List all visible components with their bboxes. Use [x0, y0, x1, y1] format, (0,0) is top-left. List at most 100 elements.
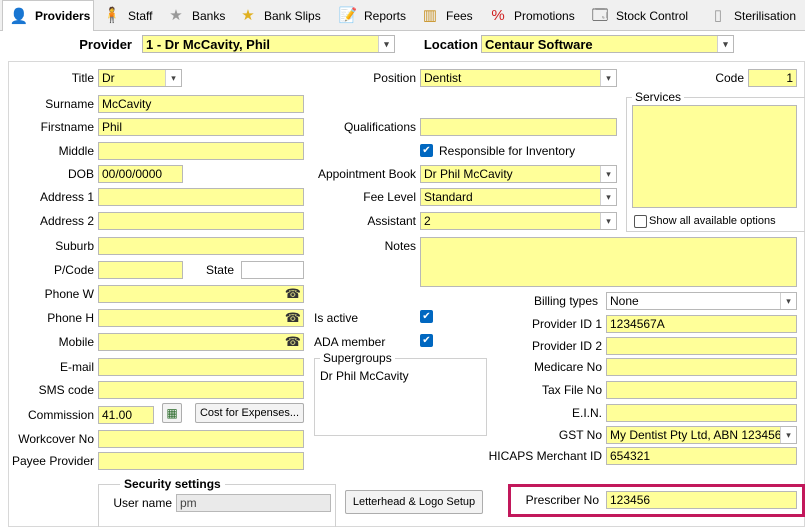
appointment-book-label: Appointment Book: [317, 167, 416, 181]
mobile-field[interactable]: ☎: [98, 333, 304, 351]
payee-provider-field[interactable]: [98, 452, 304, 470]
commission-field[interactable]: 41.00: [98, 406, 154, 424]
surname-field[interactable]: McCavity: [98, 95, 304, 113]
commission-label: Commission: [27, 408, 94, 422]
address1-field[interactable]: [98, 188, 304, 206]
letterhead-logo-setup-button[interactable]: Letterhead & Logo Setup: [345, 490, 483, 514]
chevron-down-icon[interactable]: ▾: [165, 70, 181, 86]
medicare-field[interactable]: [606, 358, 797, 376]
ein-field[interactable]: [606, 404, 797, 422]
chevron-down-icon[interactable]: ▾: [600, 70, 616, 86]
phone-icon[interactable]: ☎: [285, 334, 301, 350]
firstname-field[interactable]: Phil: [98, 118, 304, 136]
services-title: Services: [632, 90, 685, 104]
title-select[interactable]: Dr ▾: [98, 69, 182, 87]
hicaps-label: HICAPS Merchant ID: [488, 449, 602, 463]
tab-sterilisation[interactable]: ▯ Sterilisation: [702, 1, 805, 30]
dob-field[interactable]: 00/00/0000: [98, 165, 183, 183]
gst-label: GST No: [558, 428, 602, 442]
phone-icon[interactable]: ☎: [285, 286, 301, 302]
services-list[interactable]: [632, 105, 797, 208]
hicaps-field[interactable]: 654321: [606, 447, 797, 465]
state-field[interactable]: [241, 261, 304, 279]
sms-field[interactable]: [98, 381, 304, 399]
responsible-inventory-checkbox[interactable]: ✔: [420, 144, 433, 157]
cost-for-expenses-button[interactable]: Cost for Expenses...: [195, 403, 304, 423]
fee-level-select[interactable]: Standard ▾: [420, 188, 617, 206]
billing-types-select[interactable]: None ▾: [606, 292, 797, 310]
dob-label: DOB: [67, 167, 94, 181]
location-select[interactable]: Centaur Software ▾: [481, 35, 734, 53]
pcode-label: P/Code: [53, 263, 94, 277]
provider-select[interactable]: 1 - Dr McCavity, Phil ▾: [142, 35, 395, 53]
tax-file-field[interactable]: [606, 381, 797, 399]
prescriber-label: Prescriber No: [525, 493, 599, 507]
assistant-label: Assistant: [367, 214, 416, 228]
medicare-label: Medicare No: [533, 360, 602, 374]
report-icon: 📝: [338, 7, 358, 24]
staff-icon: 🧍: [102, 7, 122, 24]
suburb-field[interactable]: [98, 237, 304, 255]
firstname-label: Firstname: [40, 120, 94, 134]
email-field[interactable]: [98, 358, 304, 376]
provider-id2-field[interactable]: [606, 337, 797, 355]
pcode-field[interactable]: [98, 261, 183, 279]
position-label: Position: [373, 71, 416, 85]
state-label: State: [205, 263, 234, 277]
gst-select[interactable]: My Dentist Pty Ltd, ABN 123456 ▾: [606, 426, 797, 444]
supergroup-item[interactable]: Dr Phil McCavity: [320, 369, 409, 383]
provider-id1-field[interactable]: 1234567A: [606, 315, 797, 333]
tab-staff[interactable]: 🧍 Staff: [96, 1, 158, 30]
chevron-down-icon[interactable]: ▾: [600, 166, 616, 182]
ada-member-checkbox[interactable]: ✔: [420, 334, 433, 347]
star-icon: ★: [169, 7, 183, 24]
provider-id2-label: Provider ID 2: [531, 339, 602, 353]
show-all-options-label: Show all available options: [649, 215, 776, 227]
responsible-inventory-label: Responsible for Inventory: [439, 144, 576, 158]
qualifications-field[interactable]: [420, 118, 617, 136]
tab-reports[interactable]: 📝 Reports: [332, 1, 412, 30]
tab-providers[interactable]: 👤 Providers: [2, 0, 94, 31]
username-field[interactable]: pm: [176, 494, 331, 512]
show-all-options-checkbox[interactable]: [634, 215, 647, 228]
middle-label: Middle: [58, 144, 94, 158]
stock-icon: 🗔: [591, 7, 609, 24]
code-field[interactable]: 1: [748, 69, 797, 87]
tab-bank-slips[interactable]: ★ Bank Slips: [232, 1, 328, 30]
bottle-icon: ▯: [713, 7, 723, 24]
is-active-checkbox[interactable]: ✔: [420, 310, 433, 323]
phone-h-label: Phone H: [47, 311, 94, 325]
phone-w-field[interactable]: ☎: [98, 285, 304, 303]
tab-promotions[interactable]: % Promotions: [482, 1, 582, 30]
prescriber-field[interactable]: 123456: [606, 491, 797, 509]
workcover-field[interactable]: [98, 430, 304, 448]
middle-field[interactable]: [98, 142, 304, 160]
appointment-book-select[interactable]: Dr Phil McCavity ▾: [420, 165, 617, 183]
star-icon: ★: [241, 7, 255, 24]
security-settings-title: Security settings: [120, 477, 225, 491]
chevron-down-icon[interactable]: ▾: [780, 293, 796, 309]
position-select[interactable]: Dentist ▾: [420, 69, 617, 87]
calculator-icon[interactable]: ▦: [162, 403, 182, 423]
phone-w-label: Phone W: [44, 287, 94, 301]
assistant-select[interactable]: 2 ▾: [420, 212, 617, 230]
chevron-down-icon[interactable]: ▾: [717, 36, 733, 52]
notes-field[interactable]: [420, 237, 797, 287]
tab-stock-control[interactable]: 🗔 Stock Control: [584, 1, 700, 30]
address2-field[interactable]: [98, 212, 304, 230]
address1-label: Address 1: [39, 190, 94, 204]
address2-label: Address 2: [39, 214, 94, 228]
tab-fees[interactable]: ▥ Fees: [414, 1, 480, 30]
sms-label: SMS code: [38, 383, 94, 397]
tab-banks[interactable]: ★ Banks: [160, 1, 230, 30]
tax-file-label: Tax File No: [541, 383, 602, 397]
chevron-down-icon[interactable]: ▾: [780, 427, 796, 443]
tab-bar: 👤 Providers 🧍 Staff ★ Banks ★ Bank Slips…: [0, 0, 805, 31]
chevron-down-icon[interactable]: ▾: [600, 213, 616, 229]
chevron-down-icon[interactable]: ▾: [378, 36, 394, 52]
phone-icon[interactable]: ☎: [285, 310, 301, 326]
chevron-down-icon[interactable]: ▾: [600, 189, 616, 205]
phone-h-field[interactable]: ☎: [98, 309, 304, 327]
title-label: Title: [71, 71, 94, 85]
is-active-label: Is active: [314, 311, 359, 325]
